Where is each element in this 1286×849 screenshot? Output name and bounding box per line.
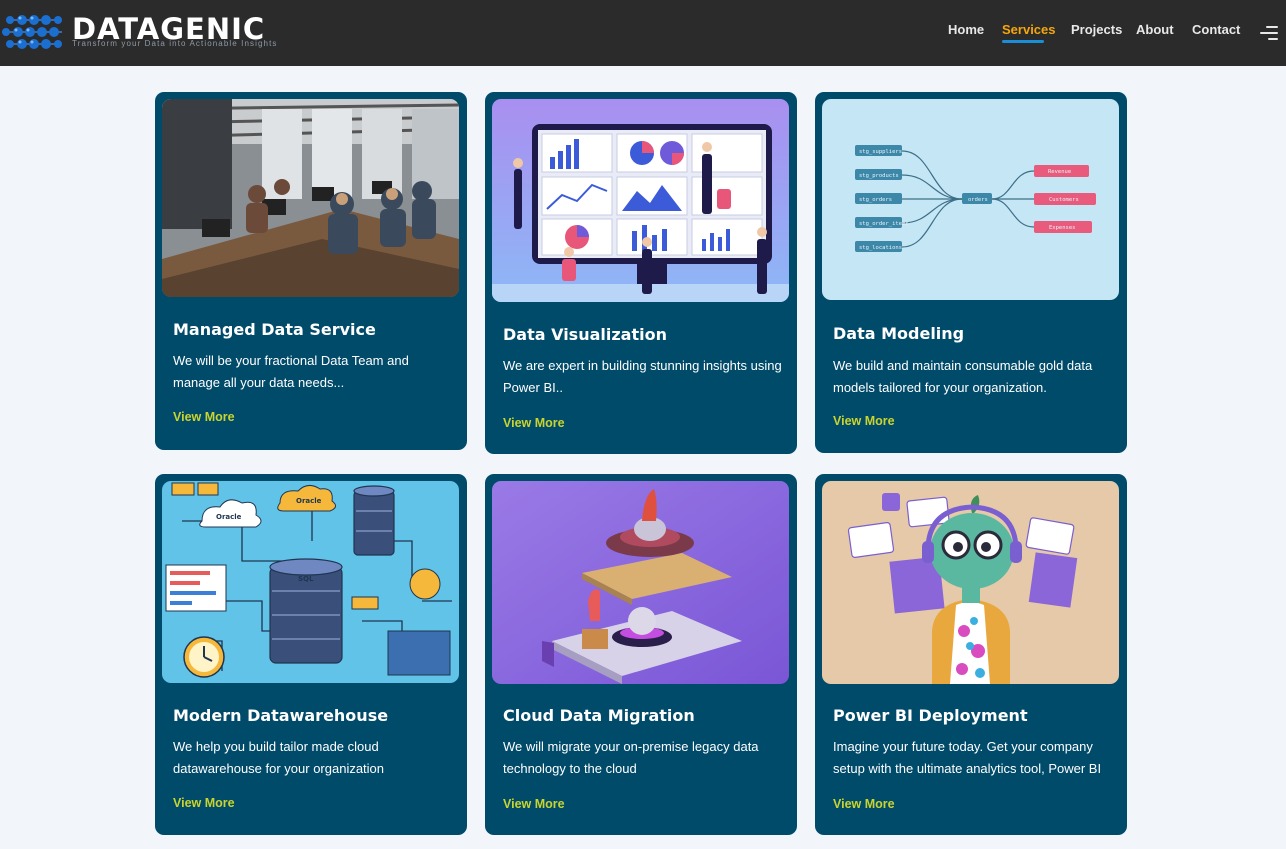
nav-home[interactable]: Home (948, 22, 984, 42)
service-card-cloud-migration[interactable]: Cloud Data Migration We will migrate you… (485, 474, 797, 835)
active-nav-indicator (1002, 40, 1044, 43)
warehouse-illustration: Oracle Oracle SQL (162, 481, 459, 683)
diagram-node: stg_locations (859, 245, 902, 251)
service-card-data-visualization[interactable]: Data Visualization We are expert in buil… (485, 92, 797, 454)
diagram-output: Customers (1049, 197, 1079, 203)
card-description: We build and maintain consumable gold da… (833, 358, 1093, 395)
hamburger-menu-icon[interactable] (1258, 24, 1278, 42)
diagram-output: Revenue (1048, 169, 1071, 175)
diagram-label: Oracle (296, 497, 322, 505)
service-card-power-bi[interactable]: Power BI Deployment Imagine your future … (815, 474, 1127, 835)
view-more-link[interactable]: View More (173, 796, 235, 810)
nav-about[interactable]: About (1136, 22, 1174, 42)
card-title: Power BI Deployment (833, 706, 1028, 725)
migration-illustration (492, 481, 789, 684)
diagram-node: stg_orders (859, 197, 892, 203)
dashboard-illustration (492, 99, 789, 302)
logo[interactable]: DATAGENIC Transform your Data into Actio… (2, 8, 276, 56)
office-team-photo (162, 99, 459, 297)
card-description: We help you build tailor made cloud data… (173, 739, 385, 776)
card-title: Cloud Data Migration (503, 706, 695, 725)
card-description: We are expert in building stunning insig… (503, 358, 782, 395)
view-more-link[interactable]: View More (833, 414, 895, 428)
lineage-graph: stg_suppliers stg_products stg_orders st… (855, 145, 1096, 252)
card-description: We will migrate your on-premise legacy d… (503, 739, 759, 776)
view-more-link[interactable]: View More (503, 416, 565, 430)
diagram-label: Oracle (216, 513, 242, 521)
diagram-output: Expenses (1049, 225, 1076, 231)
robot-illustration (822, 481, 1119, 684)
diagram-hub-node: orders (968, 197, 988, 203)
service-card-modern-datawarehouse[interactable]: Oracle Oracle SQL Modern Datawarehouse W… (155, 474, 467, 835)
nav-services-label: Services (1002, 22, 1056, 37)
diagram-node: stg_products (859, 173, 899, 179)
diagram-node: stg_suppliers (859, 149, 902, 155)
nav-projects[interactable]: Projects (1071, 22, 1122, 42)
site-header: DATAGENIC Transform your Data into Actio… (0, 0, 1286, 66)
lineage-diagram: stg_suppliers stg_products stg_orders st… (822, 99, 1119, 300)
nav-services[interactable]: Services (1002, 22, 1056, 43)
view-more-link[interactable]: View More (173, 410, 235, 424)
card-title: Data Modeling (833, 324, 965, 343)
card-title: Data Visualization (503, 325, 667, 344)
card-description: Imagine your future today. Get your comp… (833, 739, 1102, 776)
molecule-logo-icon (2, 15, 62, 49)
card-title: Modern Datawarehouse (173, 706, 389, 725)
view-more-link[interactable]: View More (503, 797, 565, 811)
nav-contact[interactable]: Contact (1192, 22, 1240, 42)
diagram-node: stg_order_items (859, 221, 909, 227)
diagram-label: SQL (298, 575, 314, 583)
card-title: Managed Data Service (173, 320, 376, 339)
brand-tagline: Transform your Data into Actionable Insi… (72, 39, 278, 48)
service-card-data-modeling[interactable]: stg_suppliers stg_products stg_orders st… (815, 92, 1127, 453)
view-more-link[interactable]: View More (833, 797, 895, 811)
card-description: We will be your fractional Data Team and… (173, 353, 409, 390)
service-card-managed-data[interactable]: Managed Data Service We will be your fra… (155, 92, 467, 450)
